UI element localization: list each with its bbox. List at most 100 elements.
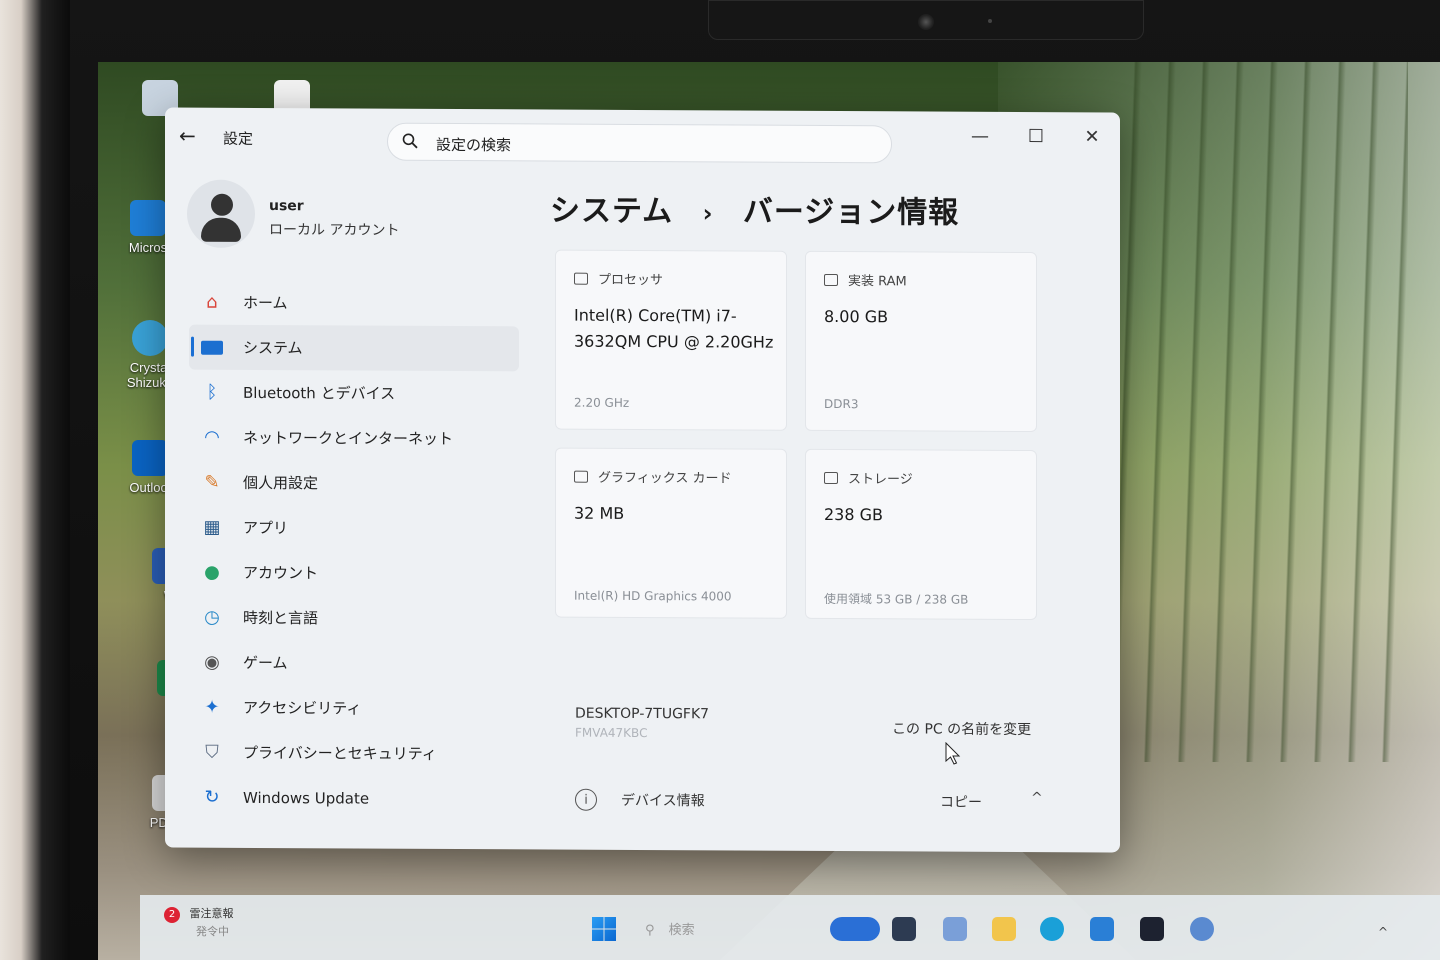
apps-icon: ▦ [203, 516, 221, 538]
sidebar-item-label: ネットワークとインターネット [243, 428, 454, 449]
store-icon[interactable] [1090, 917, 1114, 941]
device-info-section[interactable]: i デバイス情報 コピー ^ [555, 778, 1075, 825]
search-input[interactable]: 設定の検索 [436, 134, 511, 155]
taskbar-search[interactable]: ⚲ 検索 [645, 919, 695, 938]
sidebar-item-time-language[interactable]: ◷ 時刻と言語 [189, 595, 519, 642]
card-label: プロセッサ [598, 272, 664, 289]
card-label: ストレージ [848, 472, 913, 488]
sidebar-item-system[interactable]: システム [189, 324, 519, 372]
sidebar-item-label: アカウント [243, 563, 319, 583]
card-header: プロセッサ [574, 269, 663, 288]
desktop-icon-label: Micros [128, 240, 168, 255]
graphics-model: Intel(R) HD Graphics 4000 [574, 588, 732, 604]
sidebar-item-apps[interactable]: ▦ アプリ [189, 505, 519, 552]
search-icon [402, 133, 418, 149]
storage-icon [824, 471, 838, 484]
sidebar-item-label: Windows Update [243, 788, 370, 808]
account-type: ローカル アカウント [269, 222, 400, 239]
sidebar-item-network[interactable]: ◠ ネットワークとインターネット [189, 415, 519, 462]
sidebar-item-label: プライバシーとセキュリティ [243, 743, 437, 763]
avatar[interactable] [187, 179, 255, 248]
maximize-button[interactable]: ☐ [1016, 126, 1056, 147]
device-info-label: デバイス情報 [621, 792, 705, 810]
storage-value: 238 GB [824, 504, 883, 525]
breadcrumb: システム › バージョン情報 [550, 186, 959, 232]
settings-icon[interactable] [1190, 917, 1214, 941]
card-label: 実装 RAM [848, 274, 907, 290]
shield-icon: ⛉ [205, 741, 219, 763]
sidebar-item-gaming[interactable]: ◉ ゲーム [189, 640, 519, 687]
home-icon: ⌂ [206, 291, 218, 313]
start-button[interactable] [592, 917, 616, 941]
edge-icon[interactable] [1040, 917, 1064, 941]
brush-icon: ✎ [204, 471, 220, 493]
minimize-button[interactable]: — [960, 126, 1000, 147]
title-bar: ← 設定 設定の検索 — ☐ ✕ [165, 107, 1120, 170]
sidebar-nav: ⌂ ホーム システム ᛒ Bluetooth とデバイス ◠ ネットワークとイン… [189, 280, 519, 822]
copy-button[interactable]: コピー [940, 792, 982, 812]
accessibility-icon: ✦ [204, 696, 220, 718]
rename-pc-button[interactable]: この PC の名前を変更 [892, 718, 1031, 739]
sidebar-item-personalization[interactable]: ✎ 個人用設定 [189, 460, 519, 507]
sidebar-item-privacy[interactable]: ⛉ プライバシーとセキュリティ [189, 730, 519, 777]
mouse-cursor [945, 742, 961, 765]
back-button[interactable]: ← [179, 124, 196, 148]
chevron-up-icon[interactable]: ^ [1031, 790, 1043, 806]
sidebar-item-label: 個人用設定 [243, 473, 319, 493]
wifi-icon: ◠ [204, 426, 220, 448]
edge-icon [130, 200, 166, 236]
memory-icon [824, 273, 838, 286]
file-explorer-icon[interactable] [992, 917, 1016, 941]
settings-window: ← 設定 設定の検索 — ☐ ✕ user ローカル アカウント ⌂ ホーム シ… [165, 107, 1120, 853]
cpu-icon [574, 272, 588, 285]
settings-search[interactable]: 設定の検索 [387, 122, 892, 164]
m365-icon[interactable] [943, 917, 967, 941]
card-label: グラフィックス カード [598, 470, 732, 487]
gamepad-icon: ◉ [204, 651, 220, 673]
sidebar-item-home[interactable]: ⌂ ホーム [189, 280, 519, 327]
card-header: ストレージ [824, 468, 913, 487]
ram-value: 8.00 GB [824, 306, 889, 327]
sidebar-item-windows-update[interactable]: ↻ Windows Update [189, 775, 519, 822]
sidebar-item-label: システム [243, 338, 303, 358]
page-title: バージョン情報 [742, 194, 960, 231]
person-icon: ● [204, 561, 220, 583]
pc-name: DESKTOP-7TUGFK7 [575, 705, 710, 723]
info-icon: i [575, 788, 597, 811]
outlook-icon [132, 440, 168, 476]
close-button[interactable]: ✕ [1072, 126, 1112, 147]
search-icon: ⚲ [645, 923, 655, 938]
sidebar-item-label: ゲーム [243, 653, 288, 673]
notification-badge: 2 [164, 907, 180, 923]
app-title: 設定 [223, 129, 254, 148]
sidebar-item-accessibility[interactable]: ✦ アクセシビリティ [189, 685, 519, 732]
crystaldisk-icon [132, 320, 168, 356]
avatar-head [211, 193, 233, 216]
globe-clock-icon: ◷ [204, 606, 220, 628]
chevron-up-icon[interactable]: ^ [1378, 925, 1388, 939]
wallpaper-bamboo [1108, 62, 1408, 762]
webcam-lens [918, 14, 934, 30]
ram-card: 実装 RAM 8.00 GB DDR3 [805, 250, 1037, 433]
sidebar-item-label: アクセシビリティ [243, 698, 362, 718]
storage-card: ストレージ 238 GB 使用領域 53 GB / 238 GB [805, 448, 1037, 621]
app-icon[interactable] [1140, 917, 1164, 941]
widgets-icon[interactable] [830, 917, 880, 941]
card-header: グラフィックス カード [574, 467, 732, 487]
graphics-card: グラフィックス カード 32 MB Intel(R) HD Graphics 4… [555, 447, 787, 619]
weather-widget[interactable]: 2 雷注意報 [164, 905, 234, 923]
ram-type: DDR3 [824, 396, 859, 412]
pc-model: FMVA47KBC [575, 725, 648, 741]
avatar-body [201, 217, 241, 242]
weather-sub: 発令中 [196, 925, 229, 938]
task-view-icon[interactable] [892, 917, 916, 941]
taskbar-search-label: 検索 [668, 923, 695, 938]
taskbar: 2 雷注意報 発令中 ⚲ 検索 ^ [140, 895, 1440, 960]
processor-card: プロセッサ Intel(R) Core(TM) i7-3632QM CPU @ … [555, 249, 787, 431]
sidebar-item-accounts[interactable]: ● アカウント [189, 550, 519, 597]
sidebar-item-bluetooth[interactable]: ᛒ Bluetooth とデバイス [189, 370, 519, 417]
webcam-indicator [988, 19, 992, 23]
gpu-icon [574, 470, 588, 483]
breadcrumb-parent[interactable]: システム [550, 194, 673, 230]
sidebar-item-label: ホーム [243, 293, 288, 313]
